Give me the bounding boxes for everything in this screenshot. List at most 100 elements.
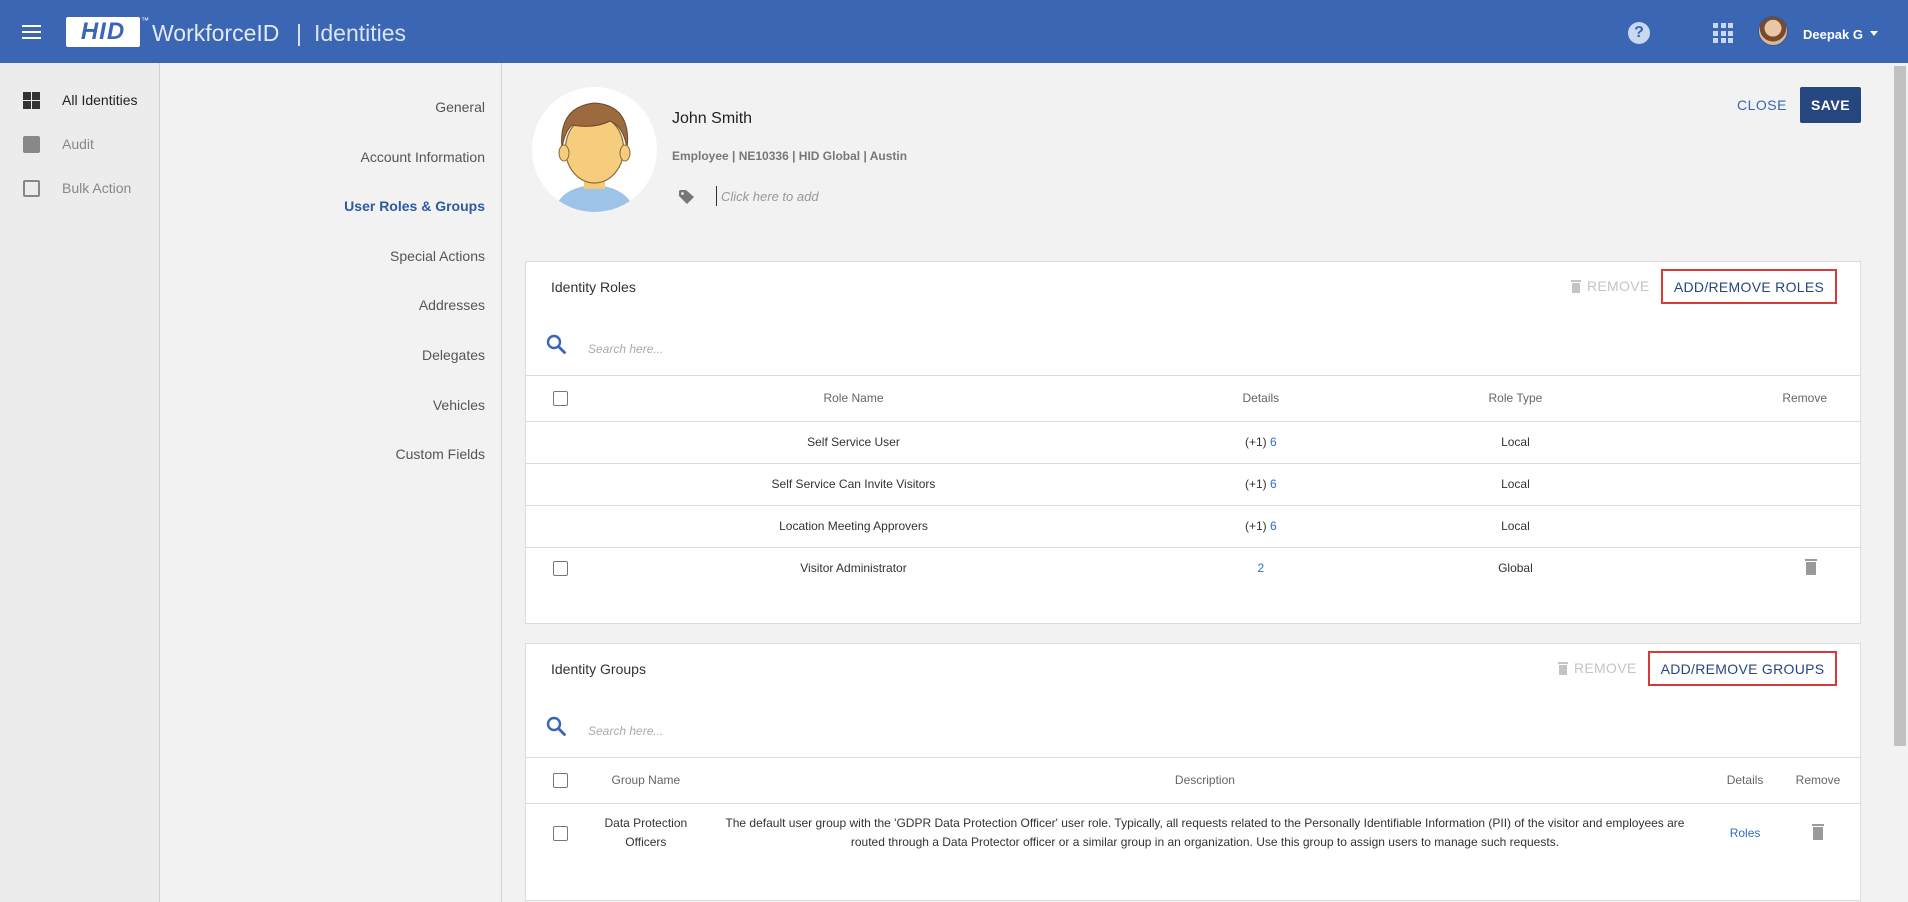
- column-header-remove: Remove: [1620, 376, 1860, 422]
- details-cell: (+1) 6: [1111, 421, 1411, 464]
- group-name-line: Data Protection: [604, 816, 688, 831]
- remove-cell: [1620, 421, 1860, 464]
- groups-search-input[interactable]: [588, 721, 988, 741]
- group-name-cell: Data Protection Officers: [596, 803, 696, 863]
- nav-label: Audit: [62, 136, 94, 152]
- caret-down-icon[interactable]: [1870, 31, 1878, 36]
- role-name-cell: Self Service Can Invite Visitors: [595, 463, 1112, 506]
- group-name-line: Officers: [625, 835, 667, 850]
- search-icon[interactable]: [546, 334, 566, 354]
- table-row[interactable]: Visitor Administrator 2 Global: [526, 547, 1860, 589]
- role-type-cell: Local: [1410, 505, 1621, 548]
- section-user-roles-groups[interactable]: User Roles & Groups: [344, 198, 485, 214]
- nav-item-audit[interactable]: Audit: [0, 129, 160, 159]
- roles-search-input[interactable]: [588, 339, 988, 359]
- column-header-role-type[interactable]: Role Type: [1410, 376, 1621, 422]
- dashboard-icon: [23, 91, 40, 109]
- nav-item-all-identities[interactable]: All Identities: [0, 85, 160, 115]
- details-link[interactable]: 2: [1257, 561, 1264, 575]
- nav-label: Bulk Action: [62, 180, 132, 196]
- remove-roles-button[interactable]: REMOVE: [1571, 278, 1649, 294]
- help-icon[interactable]: ?: [1628, 22, 1650, 44]
- logo-text: HID: [80, 18, 126, 45]
- scrollbar-thumb[interactable]: [1894, 66, 1906, 746]
- trash-icon: [1558, 661, 1568, 675]
- nav-item-bulk-action[interactable]: Bulk Action: [0, 173, 160, 203]
- role-type-cell: Local: [1410, 463, 1621, 506]
- trash-icon[interactable]: [1805, 558, 1817, 575]
- details-cell: 2: [1111, 547, 1411, 589]
- row-select-cell: [526, 547, 596, 589]
- save-button[interactable]: SAVE: [1800, 87, 1861, 123]
- hamburger-icon[interactable]: [22, 25, 41, 39]
- tag-input[interactable]: [716, 186, 1016, 206]
- table-row[interactable]: Location Meeting Approvers (+1) 6 Local: [526, 505, 1860, 548]
- bulk-action-icon: [23, 179, 40, 197]
- details-link[interactable]: 6: [1270, 477, 1277, 491]
- table-row[interactable]: Self Service User (+1) 6 Local: [526, 421, 1860, 464]
- add-remove-groups-button[interactable]: ADD/REMOVE GROUPS: [1648, 651, 1837, 686]
- details-cell: (+1) 6: [1111, 505, 1411, 548]
- select-all-cell: [526, 758, 596, 804]
- table-header-row: Role Name Details Role Type Remove: [526, 376, 1860, 422]
- section-delegates[interactable]: Delegates: [422, 347, 485, 363]
- section-general[interactable]: General: [435, 99, 485, 115]
- row-checkbox[interactable]: [553, 560, 569, 576]
- remove-label: REMOVE: [1574, 660, 1637, 676]
- section-navigation: General Account Information User Roles &…: [160, 63, 502, 902]
- column-header-details: Details: [1714, 758, 1777, 804]
- table-row[interactable]: Data Protection Officers The default use…: [526, 803, 1860, 863]
- card-title: Identity Groups: [551, 661, 646, 677]
- row-select-cell: [526, 803, 596, 863]
- remove-groups-button[interactable]: REMOVE: [1558, 660, 1636, 676]
- trash-icon[interactable]: [1812, 823, 1825, 840]
- top-app-bar: HID WorkforceID ™ | Identities ? Deepak …: [0, 0, 1908, 63]
- search-icon[interactable]: [546, 716, 566, 736]
- identity-meta: Employee | NE10336 | HID Global | Austin: [672, 149, 908, 163]
- select-all-cell: [526, 376, 596, 422]
- role-type-cell: Global: [1498, 561, 1533, 576]
- identity-groups-card: Identity Groups REMOVE ADD/REMOVE GROUPS…: [525, 643, 1861, 901]
- clipboard-check-icon: [23, 135, 40, 153]
- left-navigation: All Identities Audit Bulk Action: [0, 63, 160, 902]
- add-remove-roles-button[interactable]: ADD/REMOVE ROLES: [1661, 269, 1837, 304]
- person-illustration-icon: [554, 102, 635, 212]
- trash-icon: [1571, 279, 1581, 293]
- column-header-group-name[interactable]: Group Name: [595, 758, 696, 804]
- section-addresses[interactable]: Addresses: [419, 297, 485, 313]
- column-header-details[interactable]: Details: [1111, 376, 1411, 422]
- role-name-cell: Self Service User: [595, 421, 1112, 464]
- close-button[interactable]: CLOSE: [1725, 87, 1799, 123]
- section-account-information[interactable]: Account Information: [360, 149, 485, 165]
- roles-table: Role Name Details Role Type Remove Self …: [526, 376, 1860, 589]
- groups-table: Group Name Description Details Remove Da…: [526, 758, 1860, 863]
- details-link[interactable]: 6: [1270, 519, 1277, 533]
- user-menu-name[interactable]: Deepak G: [1803, 27, 1863, 42]
- details-link[interactable]: 6: [1270, 435, 1277, 449]
- remove-cell: [1776, 803, 1860, 863]
- identity-name: John Smith: [672, 110, 753, 127]
- table-row[interactable]: Self Service Can Invite Visitors (+1) 6 …: [526, 463, 1860, 506]
- section-special-actions[interactable]: Special Actions: [390, 248, 485, 264]
- select-all-checkbox[interactable]: [553, 772, 569, 788]
- apps-grid-icon[interactable]: [1713, 23, 1733, 43]
- remove-cell: [1620, 547, 1860, 589]
- trademark-mark: ™: [141, 16, 149, 25]
- row-checkbox[interactable]: [553, 825, 569, 841]
- column-header-description[interactable]: Description: [695, 758, 1715, 804]
- section-custom-fields[interactable]: Custom Fields: [396, 446, 485, 462]
- section-vehicles[interactable]: Vehicles: [433, 397, 485, 413]
- roles-link[interactable]: Roles: [1730, 826, 1761, 840]
- user-avatar[interactable]: [1758, 16, 1788, 46]
- title-separator: |: [296, 20, 302, 46]
- row-select-cell: [526, 505, 596, 548]
- identity-roles-card: Identity Roles REMOVE ADD/REMOVE ROLES R…: [525, 261, 1861, 624]
- select-all-checkbox[interactable]: [553, 390, 569, 406]
- role-name-cell: Location Meeting Approvers: [595, 505, 1112, 548]
- remove-cell: [1620, 505, 1860, 548]
- column-header-role-name[interactable]: Role Name: [595, 376, 1112, 422]
- role-type-cell: Local: [1410, 421, 1621, 464]
- profile-avatar[interactable]: [532, 87, 657, 212]
- details-cell: (+1) 6: [1111, 463, 1411, 506]
- table-header-row: Group Name Description Details Remove: [526, 758, 1860, 804]
